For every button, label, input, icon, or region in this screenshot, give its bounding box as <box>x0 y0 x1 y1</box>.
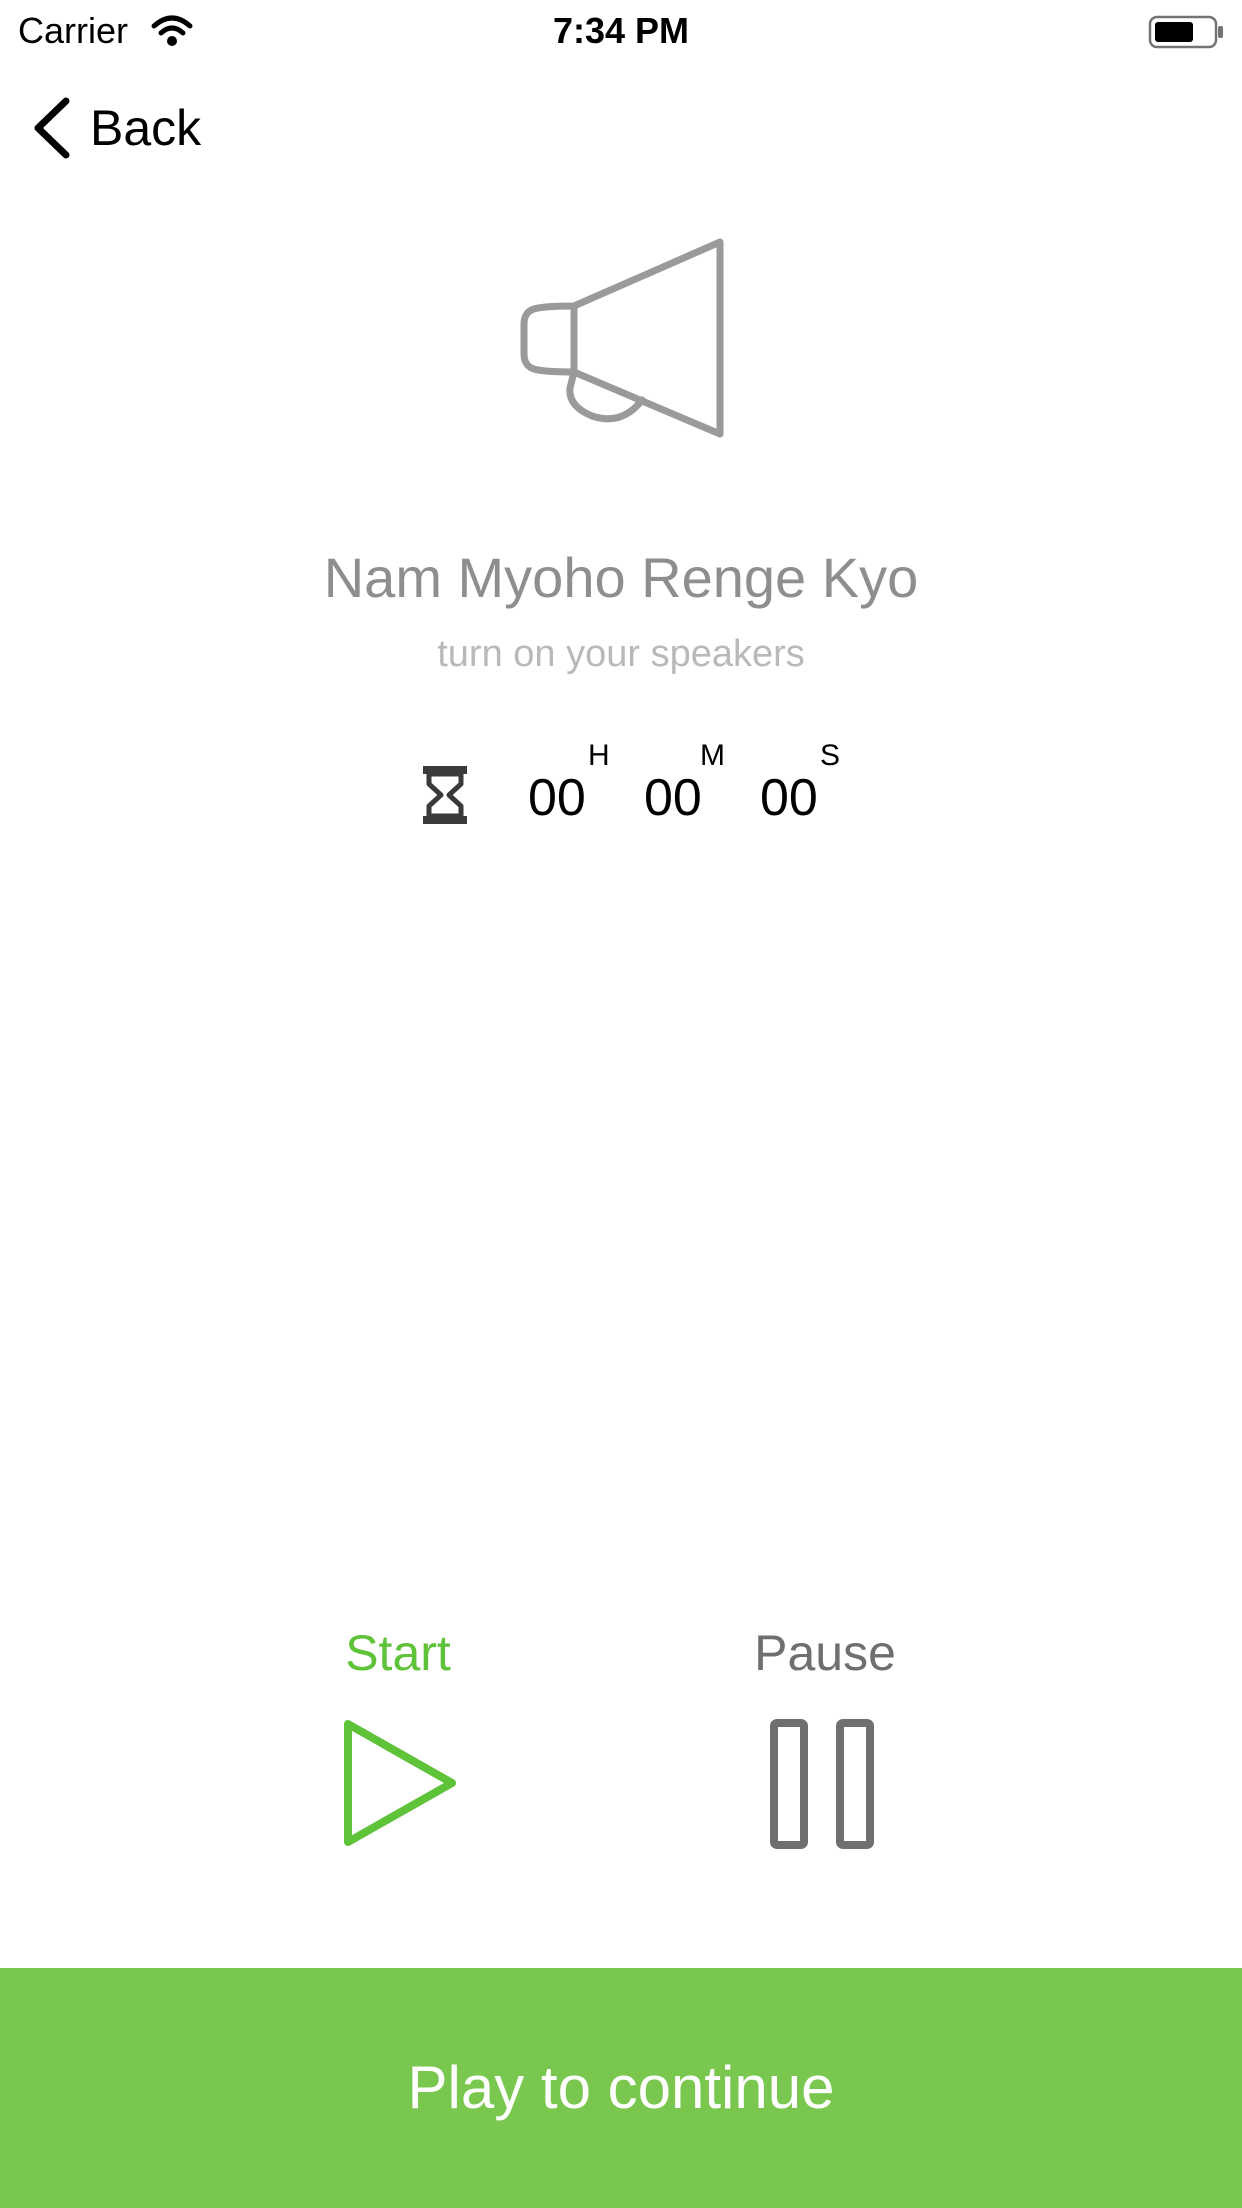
timer-seconds: 00 <box>760 769 818 827</box>
timer-seconds-unit: S <box>820 739 841 772</box>
pause-icon[interactable] <box>768 1718 878 1850</box>
megaphone-icon <box>520 238 724 438</box>
speaker-hint: turn on your speakers <box>437 633 805 675</box>
back-button[interactable]: Back <box>30 92 201 164</box>
play-to-continue-button[interactable]: Play to continue <box>0 1968 1242 2208</box>
timer-hours: 00 <box>528 769 586 827</box>
pause-label: Pause <box>754 1625 896 1681</box>
back-label: Back <box>90 100 202 156</box>
mantra-title: Nam Myoho Renge Kyo <box>323 546 919 609</box>
start-label: Start <box>345 1625 451 1681</box>
chevron-left-icon <box>34 97 70 159</box>
timer-hours-unit: H <box>588 739 610 772</box>
hourglass-icon <box>423 766 467 824</box>
play-icon[interactable] <box>340 1716 460 1850</box>
status-time: 7:34 PM <box>552 10 690 51</box>
battery-icon <box>1148 15 1223 49</box>
status-bar: Carrier 7:34 PM <box>0 0 1242 62</box>
timer-minutes: 00 <box>644 769 702 827</box>
timer-minutes-unit: M <box>700 739 725 772</box>
play-to-continue-label: Play to continue <box>407 2054 835 2121</box>
